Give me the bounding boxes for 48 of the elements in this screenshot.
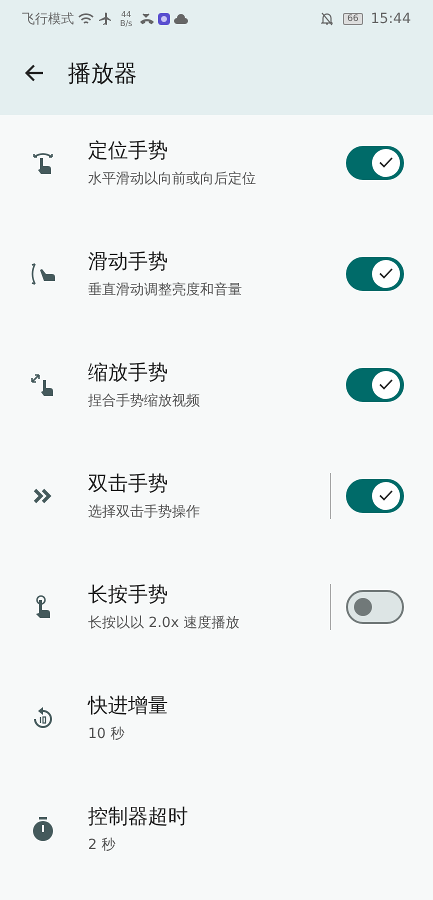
pinch-gesture-icon (30, 372, 56, 398)
check-icon (379, 268, 393, 279)
setting-description: 长按以以 2.0x 速度播放 (88, 614, 240, 632)
replay-icon (32, 706, 54, 730)
missed-call-icon (140, 13, 154, 25)
setting-item[interactable]: 缩放手势 捏合手势缩放视频 (0, 329, 433, 440)
setting-description: 10 秒 (88, 725, 126, 743)
setting-item[interactable]: 定位手势 水平滑动以向前或向后定位 (0, 107, 433, 218)
setting-title: 快进增量 (88, 692, 169, 719)
toggle-switch[interactable] (346, 368, 404, 402)
check-icon (379, 157, 393, 168)
setting-description: 捏合手势缩放视频 (88, 392, 201, 410)
check-icon (379, 490, 393, 501)
toggle-switch[interactable] (346, 590, 404, 624)
setting-item[interactable]: 双击手势 选择双击手势操作 (0, 440, 433, 551)
setting-item[interactable]: 滑动手势 垂直滑动调整亮度和音量 (0, 218, 433, 329)
app-icon (158, 13, 170, 25)
setting-description: 水平滑动以向前或向后定位 (88, 170, 257, 188)
setting-title: 定位手势 (88, 137, 169, 164)
toggle-switch[interactable] (346, 256, 404, 290)
setting-item[interactable]: 控制器超时 2 秒 (0, 773, 433, 884)
setting-title: 控制器超时 (88, 803, 189, 830)
toggle-switch[interactable] (346, 146, 404, 180)
airplane-icon (98, 12, 112, 26)
toggle-switch[interactable] (346, 478, 404, 512)
stopwatch-icon (31, 816, 55, 842)
setting-description: 选择双击手势操作 (88, 503, 201, 521)
status-time: 15:44 (370, 11, 411, 27)
cloud-icon (174, 13, 188, 25)
setting-title: 缩放手势 (88, 359, 169, 386)
setting-item[interactable]: 快进增量 10 秒 (0, 662, 433, 773)
setting-item[interactable]: 长按手势 长按以以 2.0x 速度播放 (0, 551, 433, 662)
wifi-icon (78, 12, 94, 26)
check-icon (379, 379, 393, 390)
setting-title: 滑动手势 (88, 248, 169, 275)
swipe-gesture-icon (29, 260, 57, 286)
back-icon[interactable] (24, 64, 44, 82)
network-speed-unit: B/s (120, 19, 132, 28)
setting-title: 双击手势 (88, 470, 169, 497)
bell-off-icon (321, 12, 334, 26)
page-title: 播放器 (68, 60, 137, 88)
setting-title: 长按手势 (88, 581, 169, 608)
network-speed: 44 (121, 10, 132, 19)
status-carrier: 飞行模式 (22, 11, 74, 28)
setting-description: 垂直滑动调整亮度和音量 (88, 281, 243, 299)
setting-description: 2 秒 (88, 836, 116, 854)
battery-level: 66 (343, 13, 363, 25)
double-chevron-icon (33, 488, 53, 504)
